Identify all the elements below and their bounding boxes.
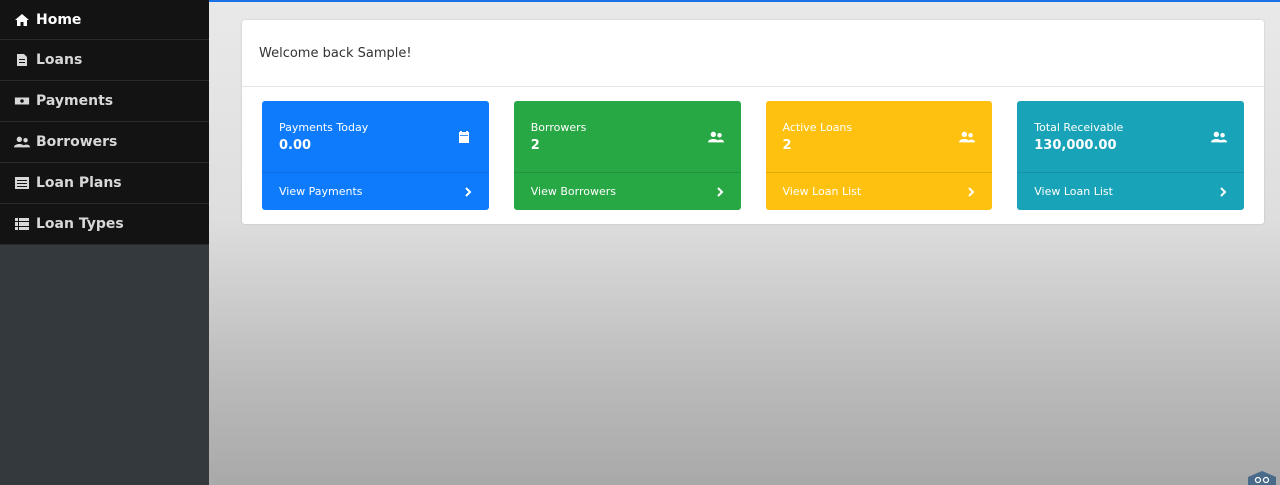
sidebar-item-loans[interactable]: Loans	[0, 40, 209, 81]
sidebar-item-label: Home	[36, 11, 82, 28]
chevron-right-icon	[1219, 186, 1227, 197]
chevron-right-icon	[716, 186, 724, 197]
home-icon	[14, 13, 32, 27]
tile-label: Active Loans	[782, 121, 853, 134]
tile-label: Total Receivable	[1034, 121, 1124, 134]
sidebar-item-loan-types[interactable]: Loan Types	[0, 204, 209, 245]
tile-label: Payments Today	[279, 121, 369, 134]
tile-total-receivable: Total Receivable 130,000.00 View Loan Li…	[1017, 101, 1244, 210]
tile-link-label: View Loan List	[782, 185, 862, 198]
tile-value: 2	[782, 138, 792, 153]
tile-borrowers: Borrowers 2 View Borrowers	[513, 101, 741, 210]
tile-label: Borrowers	[530, 121, 587, 134]
sidebar-item-borrowers[interactable]: Borrowers	[0, 122, 209, 163]
sidebar-item-payments[interactable]: Payments	[0, 81, 209, 122]
sidebar-item-loan-plans[interactable]: Loan Plans	[0, 163, 209, 204]
watermark-logo-icon	[1248, 471, 1276, 485]
list-icon	[14, 176, 32, 190]
tile-value: 130,000.00	[1034, 138, 1117, 153]
stat-tiles: Payments Today 0.00 View Payments Borrow…	[262, 101, 1244, 210]
welcome-message: Welcome back Sample!	[242, 20, 1264, 87]
users-icon	[707, 129, 724, 145]
view-payments-link[interactable]: View Payments	[262, 172, 489, 210]
chevron-right-icon	[967, 186, 975, 197]
users-icon	[1211, 129, 1227, 145]
tile-link-label: View Payments	[279, 185, 363, 198]
tile-link-label: View Loan List	[1034, 185, 1113, 198]
sidebar-nav: Home Loans Payments Borrowers Loan Plans	[0, 0, 209, 245]
view-loan-list-link[interactable]: View Loan List	[1017, 172, 1244, 210]
sidebar-item-label: Loans	[36, 52, 83, 68]
sidebar-item-label: Loan Plans	[36, 175, 122, 191]
users-icon	[959, 129, 976, 145]
sidebar: Home Loans Payments Borrowers Loan Plans	[0, 0, 209, 485]
tile-payments-today: Payments Today 0.00 View Payments	[262, 101, 489, 210]
view-loan-list-link[interactable]: View Loan List	[765, 172, 993, 210]
file-icon	[14, 53, 32, 67]
tile-value: 0.00	[279, 138, 312, 153]
main-content: Welcome back Sample! Payments Today 0.00…	[209, 0, 1280, 485]
view-borrowers-link[interactable]: View Borrowers	[513, 172, 741, 210]
dashboard-card: Welcome back Sample! Payments Today 0.00…	[242, 20, 1264, 224]
tile-link-label: View Borrowers	[530, 185, 616, 198]
sidebar-item-label: Loan Types	[36, 216, 124, 232]
users-icon	[14, 135, 32, 149]
sidebar-item-label: Payments	[36, 93, 114, 109]
money-icon	[14, 94, 32, 108]
calendar-icon	[456, 129, 472, 145]
chevron-right-icon	[464, 186, 472, 197]
table-icon	[14, 217, 32, 231]
sidebar-item-home[interactable]: Home	[0, 0, 209, 40]
tile-value: 2	[530, 138, 540, 153]
tile-active-loans: Active Loans 2 View Loan List	[765, 101, 993, 210]
sidebar-item-label: Borrowers	[36, 134, 118, 150]
